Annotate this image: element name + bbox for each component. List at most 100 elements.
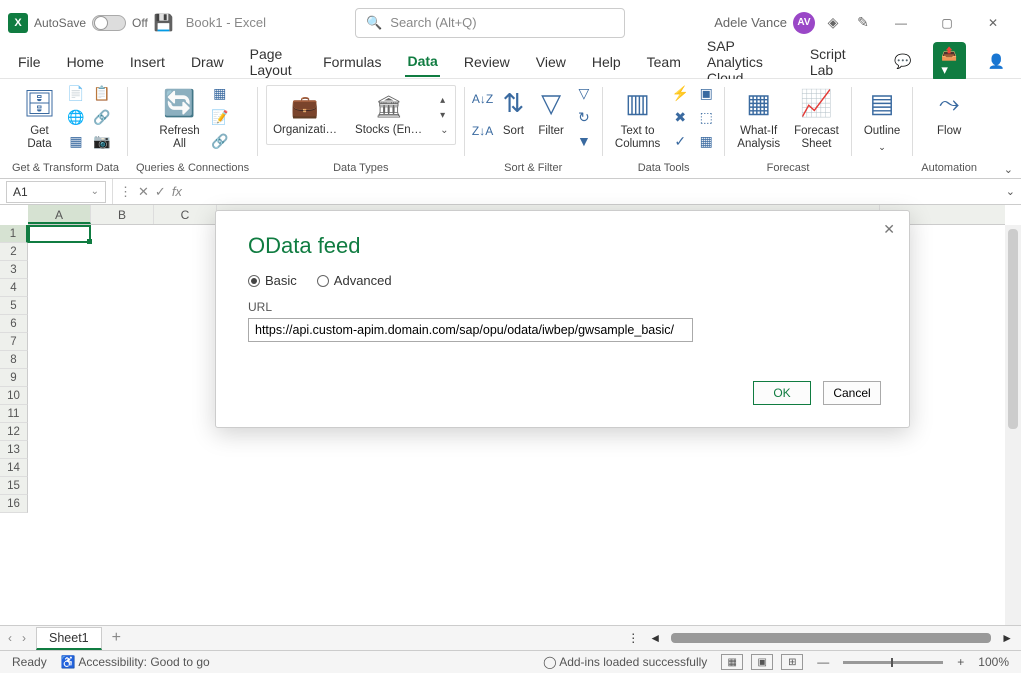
collapse-ribbon-icon[interactable]: ⌄: [1004, 163, 1013, 176]
radio-basic[interactable]: Basic: [248, 273, 297, 288]
flash-fill-icon[interactable]: ⚡: [670, 83, 690, 103]
row-header[interactable]: 1: [0, 225, 28, 243]
sort-descending-icon[interactable]: Z↓A: [473, 121, 493, 141]
sheet-tab-active[interactable]: Sheet1: [36, 627, 102, 650]
tab-home[interactable]: Home: [65, 48, 106, 76]
autosave-toggle[interactable]: [92, 15, 126, 31]
search-box[interactable]: 🔍 Search (Alt+Q): [355, 8, 625, 38]
sheet-nav-next[interactable]: ›: [22, 631, 26, 645]
advanced-filter-icon[interactable]: ▼: [574, 131, 594, 151]
hscroll-right-icon[interactable]: ►: [1001, 631, 1013, 645]
dialog-close-button[interactable]: ✕: [883, 221, 895, 238]
chevron-down-icon[interactable]: ⌄: [91, 186, 99, 197]
properties-icon[interactable]: 📝: [210, 107, 230, 127]
name-box[interactable]: A1 ⌄: [6, 181, 106, 203]
vertical-scrollbar[interactable]: [1005, 225, 1021, 625]
filter-button[interactable]: ▽ Filter: [534, 83, 568, 142]
account-username[interactable]: Adele Vance: [714, 15, 787, 30]
row-header[interactable]: 5: [0, 297, 28, 315]
ok-button[interactable]: OK: [753, 381, 811, 405]
radio-advanced[interactable]: Advanced: [317, 273, 392, 288]
edit-links-icon[interactable]: 🔗: [210, 131, 230, 151]
row-header[interactable]: 12: [0, 423, 28, 441]
add-sheet-button[interactable]: +: [112, 629, 121, 647]
zoom-slider[interactable]: [843, 661, 943, 664]
row-header[interactable]: 13: [0, 441, 28, 459]
close-button[interactable]: ✕: [973, 8, 1013, 38]
minimize-button[interactable]: —: [881, 8, 921, 38]
tab-data[interactable]: Data: [405, 47, 439, 77]
accessibility-status[interactable]: ♿ Accessibility: Good to go: [61, 655, 210, 669]
refresh-all-button[interactable]: 🔄 Refresh All: [155, 83, 203, 155]
row-header[interactable]: 14: [0, 459, 28, 477]
horizontal-scrollbar[interactable]: [671, 633, 991, 643]
row-header[interactable]: 9: [0, 369, 28, 387]
brush-icon[interactable]: ✎: [851, 14, 875, 31]
row-header[interactable]: 16: [0, 495, 28, 513]
sheet-nav-prev[interactable]: ‹: [8, 631, 12, 645]
row-header[interactable]: 2: [0, 243, 28, 261]
autosave-toggle-group[interactable]: AutoSave Off: [34, 15, 148, 31]
col-header[interactable]: A: [28, 205, 91, 224]
row-header[interactable]: 6: [0, 315, 28, 333]
save-icon[interactable]: 💾: [154, 13, 174, 33]
scroll-down-icon[interactable]: ▾: [440, 110, 448, 121]
page-break-view-icon[interactable]: ⊞: [781, 654, 803, 670]
row-header[interactable]: 7: [0, 333, 28, 351]
data-validation-icon[interactable]: ✓: [670, 131, 690, 151]
row-header[interactable]: 15: [0, 477, 28, 495]
col-header[interactable]: C: [154, 205, 217, 224]
flow-button[interactable]: ⤳ Flow: [933, 83, 965, 142]
col-header[interactable]: B: [91, 205, 154, 224]
cancel-button[interactable]: Cancel: [823, 381, 881, 405]
comments-button[interactable]: 💬: [894, 53, 911, 70]
tab-help[interactable]: Help: [590, 48, 623, 76]
outline-button[interactable]: ▤ Outline ⌄: [860, 83, 904, 157]
remove-duplicates-icon[interactable]: ✖: [670, 107, 690, 127]
row-header[interactable]: 10: [0, 387, 28, 405]
scroll-up-icon[interactable]: ▴: [440, 95, 448, 106]
row-header[interactable]: 3: [0, 261, 28, 279]
formula-input[interactable]: [188, 181, 1021, 203]
row-header[interactable]: 4: [0, 279, 28, 297]
sort-ascending-icon[interactable]: A↓Z: [473, 89, 493, 109]
zoom-level[interactable]: 100%: [978, 655, 1009, 669]
from-web-icon[interactable]: 🌐: [66, 107, 86, 127]
account-avatar[interactable]: AV: [793, 12, 815, 34]
tab-script-lab[interactable]: Script Lab: [808, 40, 850, 84]
active-cell[interactable]: [28, 225, 91, 243]
reapply-icon[interactable]: ↻: [574, 107, 594, 127]
person-icon[interactable]: 👤: [988, 53, 1005, 70]
expand-formula-bar-icon[interactable]: ⌄: [1006, 185, 1015, 198]
tab-team[interactable]: Team: [645, 48, 683, 76]
tab-draw[interactable]: Draw: [189, 48, 226, 76]
sheet-options-icon[interactable]: ⋮: [627, 631, 639, 645]
recent-sources-icon[interactable]: 📋: [92, 83, 112, 103]
row-header[interactable]: 11: [0, 405, 28, 423]
scrollbar-thumb[interactable]: [1008, 229, 1018, 429]
diamond-icon[interactable]: ◈: [821, 14, 845, 31]
zoom-out-icon[interactable]: —: [817, 655, 829, 669]
from-table-icon[interactable]: ▦: [66, 131, 86, 151]
expand-icon[interactable]: ⌄: [440, 125, 448, 136]
data-type-stocks[interactable]: 🏛 Stocks (En…: [355, 94, 422, 136]
fx-icon[interactable]: fx: [172, 184, 182, 199]
normal-view-icon[interactable]: ▦: [721, 654, 743, 670]
url-input[interactable]: [248, 318, 693, 342]
data-model-icon[interactable]: ▦: [696, 131, 716, 151]
tab-view[interactable]: View: [534, 48, 568, 76]
tab-formulas[interactable]: Formulas: [321, 48, 383, 76]
enter-formula-icon[interactable]: ✓: [155, 184, 166, 200]
existing-connections-icon[interactable]: 🔗: [92, 107, 112, 127]
whatif-button[interactable]: ▦ What-If Analysis: [733, 83, 784, 155]
row-header[interactable]: 8: [0, 351, 28, 369]
maximize-button[interactable]: ▢: [927, 8, 967, 38]
tab-review[interactable]: Review: [462, 48, 512, 76]
tab-insert[interactable]: Insert: [128, 48, 167, 76]
cancel-formula-icon[interactable]: ✕: [138, 184, 149, 200]
hscroll-left-icon[interactable]: ◄: [649, 631, 661, 645]
clear-filter-icon[interactable]: ▽: [574, 83, 594, 103]
forecast-sheet-button[interactable]: 📈 Forecast Sheet: [790, 83, 843, 155]
tab-file[interactable]: File: [16, 48, 43, 76]
text-to-columns-button[interactable]: ▥ Text to Columns: [611, 83, 664, 155]
